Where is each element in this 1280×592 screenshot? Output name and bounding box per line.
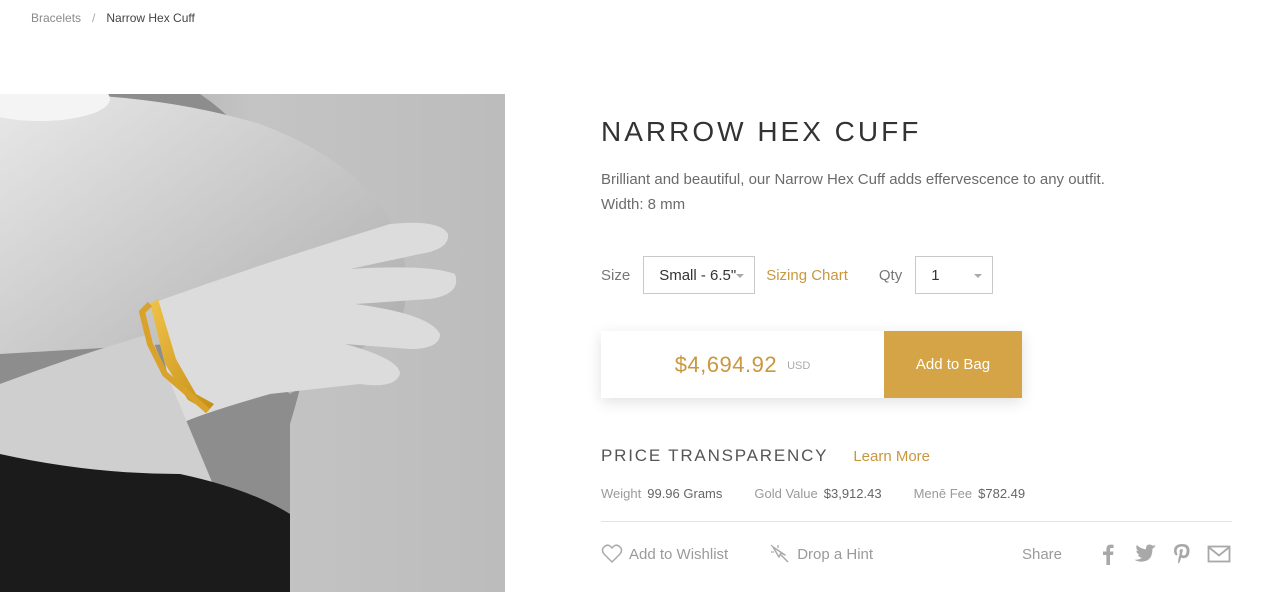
drop-a-hint-button[interactable]: Drop a Hint — [769, 543, 873, 565]
breadcrumb-bracelets-link[interactable]: Bracelets — [31, 11, 81, 25]
product-options: Size Small - 6.5" Sizing Chart Qty 1 — [601, 256, 994, 294]
fee-stat: Menē Fee $782.49 — [914, 486, 1026, 501]
currency: USD — [787, 359, 811, 372]
share-bar: Share — [1022, 541, 1232, 567]
chevron-down-icon — [736, 274, 745, 278]
purchase-box: $4,694.92 USD Add to Bag — [601, 331, 1022, 398]
breadcrumb-current: Narrow Hex Cuff — [106, 11, 195, 25]
heart-icon — [601, 544, 623, 563]
product-width: Width: 8 mm — [601, 196, 686, 213]
fee-value: $782.49 — [978, 486, 1026, 501]
learn-more-link[interactable]: Learn More — [853, 448, 930, 465]
product-description: Brilliant and beautiful, our Narrow Hex … — [601, 171, 1105, 188]
breadcrumb: Bracelets / Narrow Hex Cuff — [31, 11, 195, 25]
size-select[interactable]: Small - 6.5" — [643, 256, 756, 294]
facebook-icon[interactable] — [1095, 541, 1121, 567]
price-area: $4,694.92 USD — [601, 331, 884, 398]
size-label: Size — [601, 266, 631, 284]
fee-label: Menē Fee — [913, 486, 973, 501]
add-to-wishlist-button[interactable]: Add to Wishlist — [601, 544, 728, 564]
product-title: NARROW HEX CUFF — [601, 116, 922, 147]
add-to-bag-button[interactable]: Add to Bag — [884, 331, 1022, 398]
qty-select-value: 1 — [931, 266, 940, 284]
wishlist-label: Add to Wishlist — [629, 545, 729, 563]
price-transparency-header: PRICE TRANSPARENCY Learn More — [601, 446, 930, 466]
pinterest-icon[interactable] — [1169, 541, 1195, 567]
breadcrumb-separator: / — [92, 11, 96, 25]
weight-stat: Weight 99.96 Grams — [601, 486, 722, 501]
share-label: Share — [1021, 545, 1062, 563]
price: $4,694.92 — [674, 351, 778, 377]
gold-value-label: Gold Value — [754, 486, 818, 501]
product-image[interactable] — [0, 94, 505, 592]
email-icon[interactable] — [1206, 541, 1232, 567]
price-transparency-title: PRICE TRANSPARENCY — [601, 446, 829, 465]
hint-icon — [770, 544, 789, 563]
qty-select[interactable]: 1 — [915, 256, 994, 294]
twitter-icon[interactable] — [1132, 541, 1158, 567]
chevron-down-icon — [974, 274, 983, 278]
qty-label: Qty — [878, 266, 903, 284]
weight-value: 99.96 Grams — [647, 486, 723, 501]
hint-label: Drop a Hint — [797, 545, 874, 563]
product-actions: Add to Wishlist Drop a Hint Share — [601, 541, 1232, 567]
size-select-value: Small - 6.5" — [659, 266, 737, 284]
gold-value-stat: Gold Value $3,912.43 — [754, 486, 881, 501]
weight-label: Weight — [601, 486, 642, 501]
sizing-chart-link[interactable]: Sizing Chart — [766, 267, 848, 284]
gold-value-value: $3,912.43 — [823, 486, 882, 501]
divider — [601, 521, 1232, 522]
price-breakdown: Weight 99.96 Grams Gold Value $3,912.43 … — [601, 486, 1057, 501]
product-description-block: Brilliant and beautiful, our Narrow Hex … — [601, 167, 1105, 217]
